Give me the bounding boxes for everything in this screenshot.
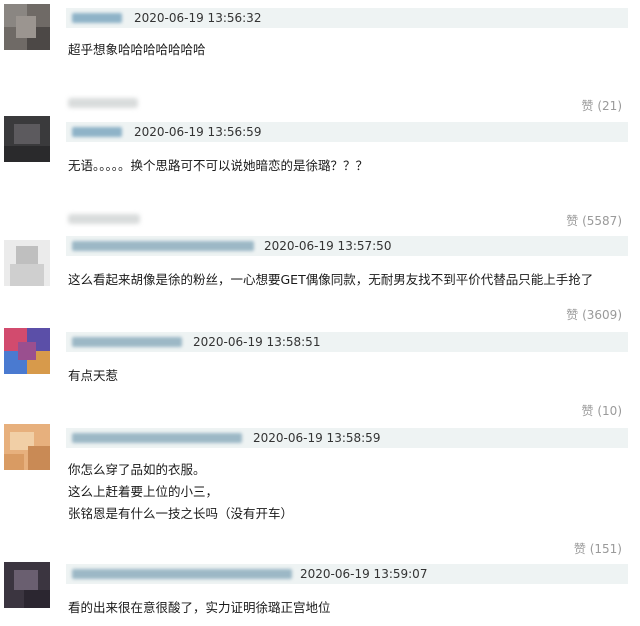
- avatar[interactable]: [4, 116, 50, 162]
- comment-text: 无语。。。。。换个思路可不可以说她暗恋的是徐璐？？？: [68, 158, 369, 173]
- comment-timestamp: 2020-06-19 13:58:59: [253, 431, 381, 445]
- like-button[interactable]: 赞 (5587): [566, 212, 622, 229]
- comment-text: 这么上赶着要上位的小三，: [68, 484, 219, 499]
- username[interactable]: [72, 433, 242, 443]
- comment-meta: 2020-06-19 13:57:50: [66, 236, 628, 256]
- avatar[interactable]: [4, 4, 50, 50]
- comment-text: 有点天惹: [68, 368, 119, 383]
- avatar[interactable]: [4, 424, 50, 470]
- username[interactable]: [72, 337, 182, 347]
- like-button[interactable]: 赞 (10): [582, 402, 622, 419]
- comment-text: 张铭恩是有什么一技之长吗（没有开车）: [68, 506, 294, 521]
- like-button[interactable]: 赞 (21): [582, 97, 622, 114]
- reply-preview: [68, 214, 140, 224]
- comment-meta: 2020-06-19 13:58:59: [66, 428, 628, 448]
- comment-text: 看的出来很在意很酸了，实力证明徐璐正宫地位: [68, 600, 331, 615]
- username[interactable]: [72, 13, 122, 23]
- avatar[interactable]: [4, 328, 50, 374]
- comment-timestamp: 2020-06-19 13:59:07: [300, 567, 428, 581]
- username[interactable]: [72, 241, 254, 251]
- comment-timestamp: 2020-06-19 13:56:59: [134, 125, 262, 139]
- comment-timestamp: 2020-06-19 13:56:32: [134, 11, 262, 25]
- comment-timestamp: 2020-06-19 13:58:51: [193, 335, 321, 349]
- like-button[interactable]: 赞 (3609): [566, 306, 622, 323]
- reply-preview: [68, 98, 138, 108]
- comment-meta: 2020-06-19 13:56:32: [66, 8, 628, 28]
- username[interactable]: [72, 569, 292, 579]
- avatar[interactable]: [4, 562, 50, 608]
- comment-timestamp: 2020-06-19 13:57:50: [264, 239, 392, 253]
- avatar[interactable]: [4, 240, 50, 286]
- like-button[interactable]: 赞 (151): [574, 540, 622, 557]
- comment-meta: 2020-06-19 13:58:51: [66, 332, 628, 352]
- comment-text: 超乎想象哈哈哈哈哈哈哈: [68, 42, 206, 57]
- comment-meta: 2020-06-19 13:59:07: [66, 564, 628, 584]
- comment-feed: 2020-06-19 13:56:32 超乎想象哈哈哈哈哈哈哈 赞 (21) 2…: [0, 0, 640, 626]
- comment-meta: 2020-06-19 13:56:59: [66, 122, 628, 142]
- comment-text: 你怎么穿了品如的衣服。: [68, 462, 206, 477]
- comment-text: 这么看起来胡像是徐的粉丝，一心想要GET偶像同款，无耐男友找不到平价代替品只能上…: [68, 272, 594, 287]
- username[interactable]: [72, 127, 122, 137]
